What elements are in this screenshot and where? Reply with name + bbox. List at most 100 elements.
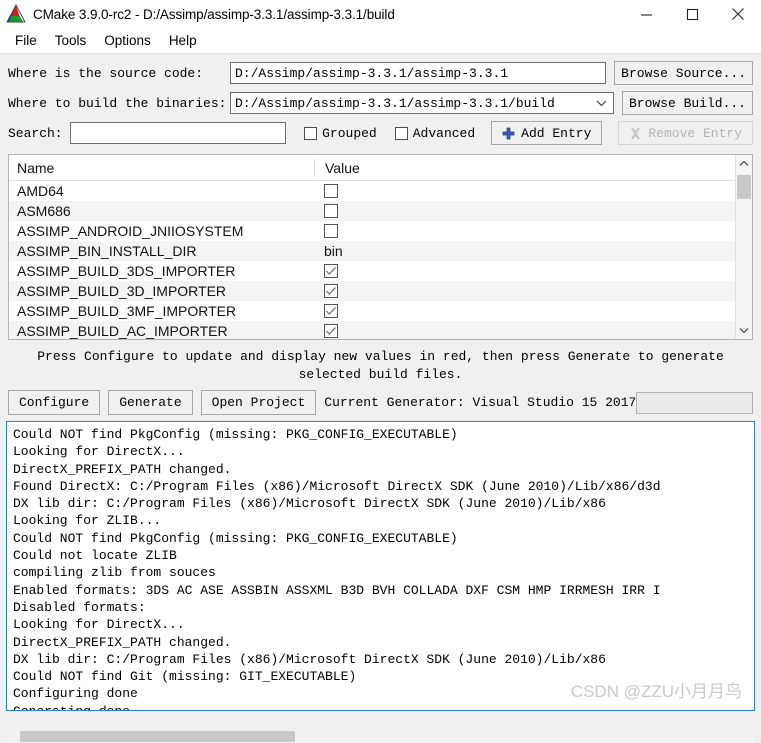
log-line: Disabled formats: <box>13 599 146 615</box>
cache-entry-name: ASSIMP_BUILD_AC_IMPORTER <box>17 323 228 339</box>
search-label: Search: <box>8 125 63 141</box>
log-output-panel[interactable]: Could NOT find PkgConfig (missing: PKG_C… <box>6 421 755 711</box>
log-line: DirectX_PREFIX_PATH changed. <box>13 461 232 477</box>
search-row: Search: Grouped Advanced Add Entry Remov… <box>8 120 753 146</box>
checkbox-checked-icon <box>324 324 338 338</box>
menu-bar: File Tools Options Help <box>0 28 761 54</box>
cache-entry-value[interactable] <box>314 284 735 298</box>
table-row[interactable]: AMD64 <box>9 181 735 201</box>
chevron-down-icon <box>596 94 607 112</box>
generate-button[interactable]: Generate <box>108 390 193 415</box>
column-header-value[interactable]: Value <box>314 158 735 177</box>
remove-entry-button[interactable]: Remove Entry <box>618 121 753 145</box>
checkbox-unchecked-icon <box>324 184 338 198</box>
log-line: Looking for ZLIB... <box>13 513 162 529</box>
source-label: Where is the source code: <box>8 65 204 81</box>
build-path-value: D:/Assimp/assimp-3.3.1/assimp-3.3.1/buil… <box>235 95 555 111</box>
remove-entry-label: Remove Entry <box>648 125 742 141</box>
log-line: DirectX_PREFIX_PATH changed. <box>13 634 232 650</box>
cache-variables-table: Name Value AMD64 ASM686 ASSIMP_ANDROID_J… <box>8 154 753 340</box>
log-line: DX lib dir: C:/Program Files (x86)/Micro… <box>13 651 606 667</box>
checkbox-unchecked-icon <box>324 204 338 218</box>
progress-bar <box>636 391 753 414</box>
instruction-line-1: Press Configure to update and display ne… <box>37 349 724 364</box>
table-row[interactable]: ASSIMP_BUILD_3D_IMPORTER <box>9 281 735 301</box>
advanced-label: Advanced <box>412 125 476 141</box>
menu-item-tools[interactable]: Tools <box>46 30 96 51</box>
table-row[interactable]: ASSIMP_BUILD_3MF_IMPORTER <box>9 301 735 321</box>
cache-entry-name: ASSIMP_BUILD_3MF_IMPORTER <box>17 303 237 319</box>
cache-entry-value[interactable] <box>314 324 735 338</box>
action-bar: Configure Generate Open Project Current … <box>0 384 761 419</box>
source-row: Where is the source code: Browse Source.… <box>8 60 753 86</box>
column-header-name[interactable]: Name <box>9 160 314 176</box>
add-entry-button[interactable]: Add Entry <box>491 121 603 145</box>
browse-build-button[interactable]: Browse Build... <box>621 91 753 115</box>
cache-entry-value[interactable]: bin <box>314 243 735 259</box>
current-generator-label: Current Generator: Visual Studio 15 2017 <box>324 395 637 410</box>
browse-source-button[interactable]: Browse Source... <box>614 61 753 85</box>
cache-entry-value[interactable] <box>314 224 735 238</box>
cache-table-body: Name Value AMD64 ASM686 ASSIMP_ANDROID_J… <box>9 155 735 339</box>
menu-item-options[interactable]: Options <box>95 30 160 51</box>
log-line: Generating done <box>13 703 754 710</box>
open-project-button[interactable]: Open Project <box>200 390 317 415</box>
log-line: Found DirectX: C:/Program Files (x86)/Mi… <box>13 478 661 494</box>
table-row[interactable]: ASSIMP_BUILD_3DS_IMPORTER <box>9 261 735 281</box>
maximize-icon[interactable] <box>669 0 715 28</box>
cache-entry-value[interactable] <box>314 264 735 278</box>
window-title: CMake 3.9.0-rc2 - D:/Assimp/assimp-3.3.1… <box>33 6 395 22</box>
cache-entry-name: AMD64 <box>17 183 64 199</box>
log-horizontal-scrollbar[interactable] <box>6 730 755 743</box>
cache-entry-name: ASSIMP_BIN_INSTALL_DIR <box>17 243 197 259</box>
cmake-gui-window: CMake 3.9.0-rc2 - D:/Assimp/assimp-3.3.1… <box>0 0 761 743</box>
build-path-combobox[interactable]: D:/Assimp/assimp-3.3.1/assimp-3.3.1/buil… <box>230 92 614 114</box>
cache-entry-name: ASSIMP_ANDROID_JNIIOSYSTEM <box>17 223 244 239</box>
table-row[interactable]: ASSIMP_ANDROID_JNIIOSYSTEM <box>9 221 735 241</box>
search-input[interactable] <box>69 122 287 144</box>
table-row[interactable]: ASSIMP_BUILD_AC_IMPORTER <box>9 321 735 339</box>
grouped-label: Grouped <box>322 125 377 141</box>
cache-entry-value[interactable] <box>314 184 735 198</box>
cache-entry-name: ASSIMP_BUILD_3D_IMPORTER <box>17 283 227 299</box>
grouped-checkbox[interactable]: Grouped <box>304 126 377 141</box>
cache-table-vertical-scrollbar[interactable] <box>735 155 752 339</box>
configure-button[interactable]: Configure <box>8 390 101 415</box>
cache-entry-name: ASSIMP_BUILD_3DS_IMPORTER <box>17 263 236 279</box>
chevron-down-icon[interactable] <box>736 322 752 339</box>
chevron-up-icon[interactable] <box>736 155 752 172</box>
log-line: Could NOT find PkgConfig (missing: PKG_C… <box>13 530 458 546</box>
cache-entry-value[interactable] <box>314 304 735 318</box>
cache-table-header: Name Value <box>9 155 735 181</box>
scrollbar-thumb[interactable] <box>737 175 751 199</box>
scrollbar-thumb[interactable] <box>20 731 295 742</box>
build-label: Where to build the binaries: <box>8 95 227 111</box>
checkbox-unchecked-icon <box>324 224 338 238</box>
cache-entry-name: ASM686 <box>17 203 71 219</box>
menu-item-file[interactable]: File <box>6 30 46 51</box>
remove-x-icon <box>629 127 642 140</box>
build-row: Where to build the binaries: D:/Assimp/a… <box>8 90 753 116</box>
table-row[interactable]: ASM686 <box>9 201 735 221</box>
table-row[interactable]: ASSIMP_BIN_INSTALL_DIR bin <box>9 241 735 261</box>
source-path-input[interactable] <box>230 62 607 84</box>
cache-entry-value[interactable] <box>314 204 735 218</box>
log-line: Enabled formats: 3DS AC ASE ASSBIN ASSXM… <box>13 582 661 598</box>
advanced-checkbox-box <box>394 126 408 140</box>
plus-icon <box>502 127 515 140</box>
title-bar: CMake 3.9.0-rc2 - D:/Assimp/assimp-3.3.1… <box>0 0 761 28</box>
checkbox-checked-icon <box>324 304 338 318</box>
checkbox-checked-icon <box>324 284 338 298</box>
close-icon[interactable] <box>715 0 761 28</box>
checkbox-checked-icon <box>324 264 338 278</box>
log-line: DX lib dir: C:/Program Files (x86)/Micro… <box>13 496 606 512</box>
log-line: Looking for DirectX... <box>13 444 185 460</box>
log-line: Could NOT find Git (missing: GIT_EXECUTA… <box>13 669 357 685</box>
instruction-line-2: selected build files. <box>298 367 463 382</box>
path-form-area: Where is the source code: Browse Source.… <box>0 54 761 150</box>
advanced-checkbox[interactable]: Advanced <box>394 125 476 141</box>
menu-item-help[interactable]: Help <box>160 30 206 51</box>
window-controls <box>623 0 761 28</box>
minimize-icon[interactable] <box>623 0 669 28</box>
instruction-text: Press Configure to update and display ne… <box>16 348 745 384</box>
